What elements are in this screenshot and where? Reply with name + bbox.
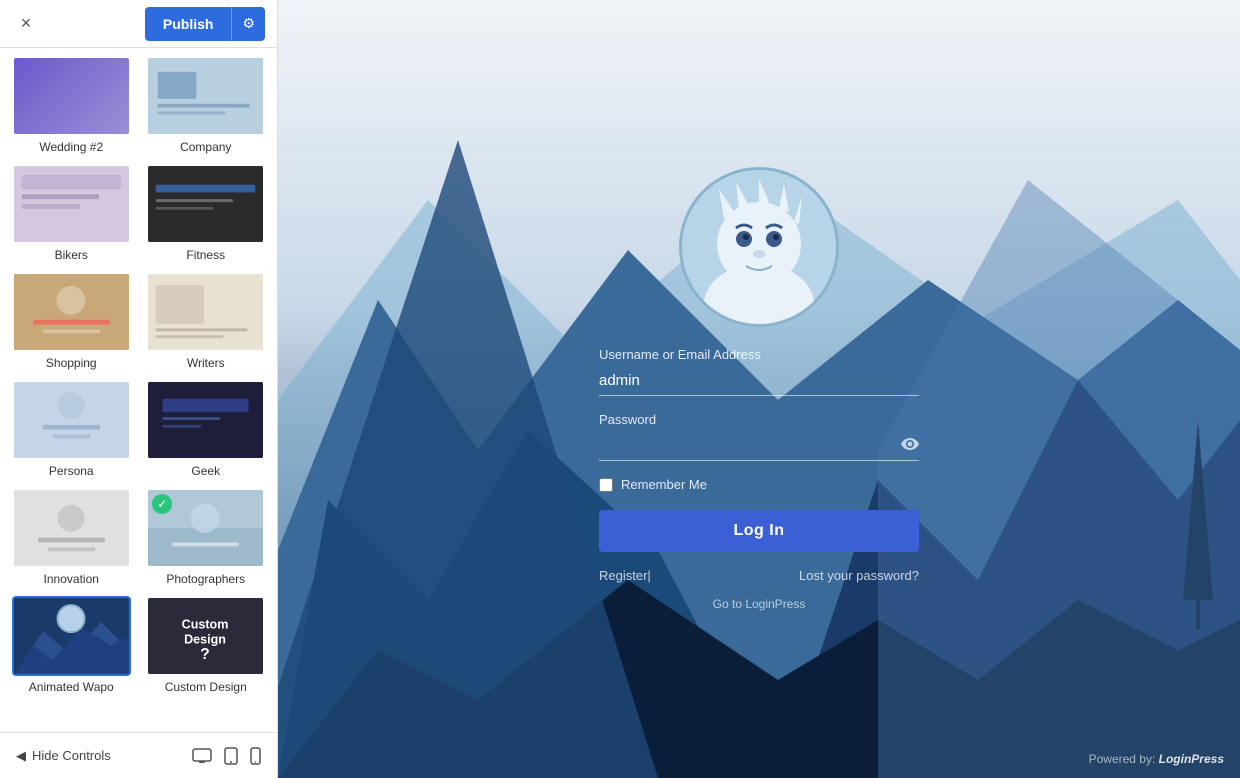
svg-text:Design: Design xyxy=(184,633,226,647)
password-field-group xyxy=(599,433,919,461)
template-item-persona[interactable]: Persona xyxy=(8,380,135,478)
password-toggle-button[interactable] xyxy=(901,437,919,455)
login-form: Username or Email Address Password Remem… xyxy=(599,347,919,611)
template-item-photographers[interactable]: ✓ Photographers xyxy=(143,488,270,586)
sidebar-header: × Publish ⚙ xyxy=(0,0,277,48)
template-item-innovation[interactable]: Innovation xyxy=(8,488,135,586)
template-item-geek[interactable]: Geek xyxy=(143,380,270,478)
template-label-fitness: Fitness xyxy=(186,248,225,262)
hide-controls-label: Hide Controls xyxy=(32,748,111,763)
template-item-fitness[interactable]: Fitness xyxy=(143,164,270,262)
footer-icons xyxy=(192,747,261,765)
username-input[interactable] xyxy=(599,368,919,396)
sidebar: × Publish ⚙ Wedding #2 xyxy=(0,0,278,778)
svg-text:?: ? xyxy=(201,646,210,663)
template-label-innovation: Innovation xyxy=(44,572,99,586)
template-item-writers[interactable]: Writers xyxy=(143,272,270,370)
avatar-circle xyxy=(679,167,839,327)
desktop-view-button[interactable] xyxy=(192,748,212,764)
template-label-custom-design: Custom Design xyxy=(165,680,247,694)
template-item-shopping[interactable]: Shopping xyxy=(8,272,135,370)
settings-button[interactable]: ⚙ xyxy=(231,7,265,41)
template-label-shopping: Shopping xyxy=(46,356,97,370)
publish-group: Publish ⚙ xyxy=(145,7,265,41)
password-group: Password xyxy=(599,412,919,461)
sidebar-footer: ◀ Hide Controls xyxy=(0,732,277,778)
login-button[interactable]: Log In xyxy=(599,510,919,552)
template-scroll-area: Wedding #2 Company xyxy=(0,48,277,732)
svg-text:Custom: Custom xyxy=(182,617,229,631)
remember-row: Remember Me xyxy=(599,477,919,492)
publish-button[interactable]: Publish xyxy=(145,7,232,41)
go-loginpress-link[interactable]: Go to LoginPress xyxy=(713,597,806,611)
loginpress-brand: LoginPress xyxy=(1159,752,1224,766)
hide-controls-button[interactable]: ◀ Hide Controls xyxy=(16,748,111,764)
powered-by: Powered by: LoginPress xyxy=(1089,752,1224,766)
mobile-view-button[interactable] xyxy=(250,747,261,765)
password-label: Password xyxy=(599,412,919,427)
template-label-company: Company xyxy=(180,140,231,154)
register-link[interactable]: Register| xyxy=(599,568,651,583)
tablet-view-button[interactable] xyxy=(224,747,238,765)
template-label-bikers: Bikers xyxy=(55,248,88,262)
login-overlay: Username or Email Address Password Remem… xyxy=(599,167,919,611)
remember-label: Remember Me xyxy=(621,477,707,492)
template-label-photographers: Photographers xyxy=(166,572,245,586)
template-label-geek: Geek xyxy=(191,464,220,478)
template-label-writers: Writers xyxy=(187,356,225,370)
template-grid: Wedding #2 Company xyxy=(8,56,269,704)
template-item-custom-design[interactable]: Custom Design ? Custom Design xyxy=(143,596,270,694)
template-item-company[interactable]: Company xyxy=(143,56,270,154)
template-item-bikers[interactable]: Bikers xyxy=(8,164,135,262)
template-label-persona: Persona xyxy=(49,464,94,478)
template-item-wedding[interactable]: Wedding #2 xyxy=(8,56,135,154)
form-links: Register| Lost your password? xyxy=(599,568,919,583)
lost-password-link[interactable]: Lost your password? xyxy=(799,568,919,583)
close-button[interactable]: × xyxy=(12,10,40,38)
main-area: Username or Email Address Password Remem… xyxy=(278,0,1240,778)
hide-controls-icon: ◀ xyxy=(16,748,26,764)
password-input[interactable] xyxy=(599,433,919,461)
template-label-wedding: Wedding #2 xyxy=(39,140,103,154)
template-item-animated-wapo[interactable]: Animated Wapo xyxy=(8,596,135,694)
username-label: Username or Email Address xyxy=(599,347,919,362)
template-label-animated-wapo: Animated Wapo xyxy=(29,680,114,694)
remember-checkbox[interactable] xyxy=(599,478,613,492)
username-group: Username or Email Address xyxy=(599,347,919,396)
